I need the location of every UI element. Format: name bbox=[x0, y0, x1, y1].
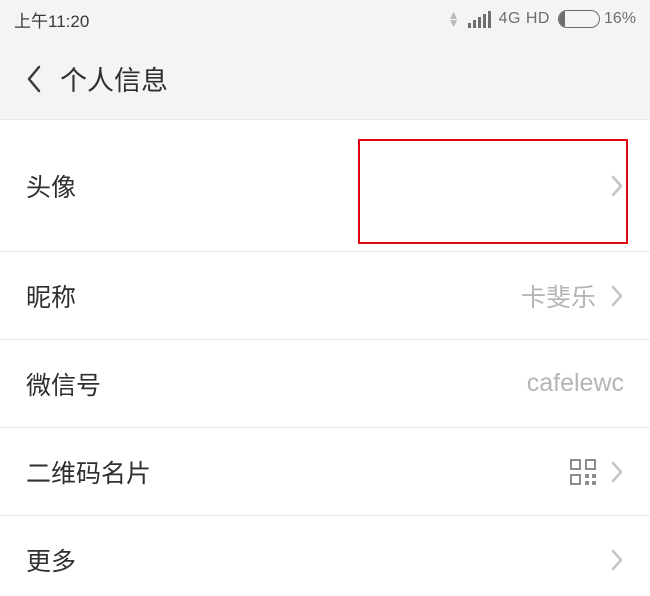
chevron-right-icon bbox=[610, 460, 624, 484]
chevron-left-icon bbox=[25, 64, 43, 94]
chevron-right-icon bbox=[610, 548, 624, 572]
row-wechat-id-label: 微信号 bbox=[26, 366, 101, 402]
row-nickname-label: 昵称 bbox=[26, 278, 76, 314]
row-nickname-value: 卡斐乐 bbox=[521, 278, 596, 314]
chevron-right-icon bbox=[610, 174, 624, 198]
qrcode-icon bbox=[570, 459, 596, 485]
page-title: 个人信息 bbox=[60, 59, 168, 98]
row-avatar-label: 头像 bbox=[26, 168, 76, 204]
signal-icon bbox=[468, 11, 491, 28]
status-bar: 上午11:20 ▲▼ 4G HD 16% bbox=[0, 0, 650, 38]
row-more-label: 更多 bbox=[26, 542, 76, 578]
battery-indicator: 16% bbox=[558, 10, 636, 28]
row-avatar[interactable]: 头像 bbox=[0, 120, 650, 252]
row-wechat-id-value: cafelewc bbox=[527, 369, 624, 398]
network-label: 4G HD bbox=[499, 10, 550, 28]
data-activity-icon: ▲▼ bbox=[448, 11, 460, 27]
title-bar: 个人信息 bbox=[0, 38, 650, 120]
row-more[interactable]: 更多 bbox=[0, 516, 650, 596]
back-button[interactable] bbox=[14, 59, 54, 99]
screen: 上午11:20 ▲▼ 4G HD 16% 个人信息 头像 bbox=[0, 0, 650, 596]
chevron-right-icon bbox=[610, 284, 624, 308]
row-qr-card-label: 二维码名片 bbox=[26, 454, 151, 490]
battery-percent: 16% bbox=[604, 10, 636, 28]
row-qr-card[interactable]: 二维码名片 bbox=[0, 428, 650, 516]
status-right: ▲▼ 4G HD 16% bbox=[448, 10, 636, 28]
status-time: 上午11:20 bbox=[14, 7, 89, 32]
row-wechat-id: 微信号 cafelewc bbox=[0, 340, 650, 428]
row-nickname[interactable]: 昵称 卡斐乐 bbox=[0, 252, 650, 340]
